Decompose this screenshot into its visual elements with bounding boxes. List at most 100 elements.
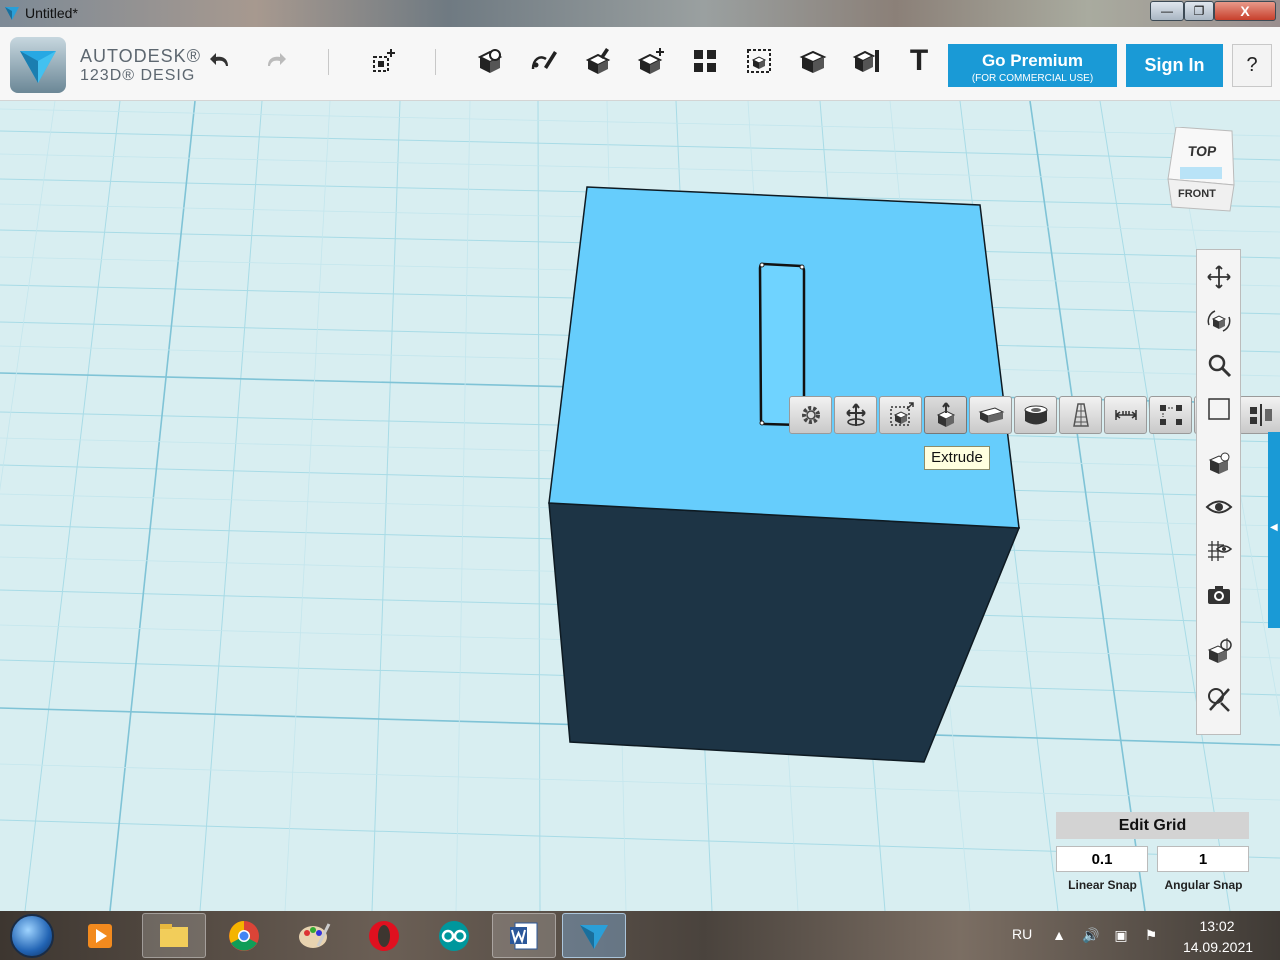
app-logo-icon — [20, 51, 56, 83]
loft-tool-button[interactable] — [1059, 396, 1102, 434]
pan-button[interactable] — [1202, 260, 1236, 294]
box-front-face[interactable] — [548, 502, 1021, 763]
visibility-button[interactable] — [1202, 490, 1236, 524]
group-icon — [747, 49, 771, 73]
text-tool-icon: T — [909, 44, 929, 77]
extrude-tool-button[interactable] — [924, 396, 967, 434]
go-premium-button[interactable]: Go Premium (FOR COMMERCIAL USE) — [948, 44, 1117, 87]
viewcube[interactable]: TOP FRONT — [1166, 126, 1236, 215]
network-icon[interactable]: ▣ — [1112, 927, 1130, 945]
revolve-tool-button[interactable] — [1014, 396, 1057, 434]
pan-icon — [1207, 265, 1231, 289]
sign-in-button[interactable]: Sign In — [1126, 44, 1223, 87]
revolve-icon — [1024, 405, 1047, 425]
material-cube-icon — [1208, 452, 1230, 474]
snapshot-button[interactable] — [1202, 578, 1236, 612]
taskbar-file-explorer[interactable] — [142, 913, 206, 958]
sketch-pencil-icon — [531, 51, 557, 70]
measure-tool-button[interactable] — [1104, 396, 1147, 434]
pattern-icon — [694, 50, 716, 72]
construct-icon — [585, 48, 611, 74]
camera-icon — [1208, 586, 1230, 604]
box-solid[interactable] — [0, 101, 1280, 911]
angular-snap-label: Angular Snap — [1164, 878, 1243, 892]
taskbar-arduino[interactable] — [422, 913, 486, 958]
pattern-menu-button[interactable] — [688, 44, 722, 78]
extrude-tooltip: Extrude — [924, 446, 990, 470]
taskbar-123d-design[interactable] — [562, 913, 626, 958]
taskbar-media-player[interactable] — [68, 913, 132, 958]
mirror-icon — [1249, 404, 1272, 426]
viewcube-widget[interactable] — [1166, 126, 1236, 215]
combine-menu-button[interactable] — [796, 44, 830, 78]
angular-snap-input[interactable] — [1157, 846, 1249, 872]
minimize-button[interactable]: — — [1150, 1, 1184, 21]
modify-menu-button[interactable] — [635, 44, 669, 78]
text-tool-button[interactable]: T — [902, 44, 936, 78]
outline-button[interactable] — [1202, 634, 1236, 668]
viewcube-front-label[interactable]: FRONT — [1178, 188, 1216, 200]
help-button[interactable]: ? — [1232, 44, 1272, 87]
move-tool-button[interactable] — [834, 396, 877, 434]
sketch-menu-button[interactable] — [527, 44, 561, 78]
taskbar-chrome[interactable] — [212, 913, 276, 958]
measure-icon — [852, 50, 879, 72]
clock-time[interactable]: 13:02 — [1192, 918, 1242, 934]
brand-name: AUTODESK® — [80, 46, 201, 66]
ruler-icon — [1114, 410, 1137, 420]
redo-button[interactable] — [257, 44, 291, 78]
edit-grid-button[interactable]: Edit Grid — [1056, 812, 1249, 839]
word-icon — [510, 922, 538, 949]
window-title: Untitled* — [25, 5, 78, 21]
measure-menu-button[interactable] — [850, 44, 884, 78]
primitives-menu-button[interactable] — [473, 44, 507, 78]
undo-button[interactable] — [205, 44, 239, 78]
app-menu-button[interactable] — [10, 37, 66, 93]
mirror-tool-button[interactable] — [1239, 396, 1280, 434]
side-panel-toggle[interactable]: ◀ — [1268, 432, 1280, 628]
action-center-flag-icon[interactable]: ⚑ — [1142, 927, 1160, 945]
taskbar-opera[interactable] — [352, 913, 416, 958]
primitives-button[interactable] — [366, 44, 400, 78]
navigation-bar — [1196, 249, 1241, 735]
volume-icon[interactable]: 🔊 — [1082, 927, 1100, 945]
paint-palette-icon — [299, 922, 331, 948]
maximize-button[interactable]: ❐ — [1184, 1, 1214, 21]
grouping-menu-button[interactable] — [742, 44, 776, 78]
toolbar-divider — [435, 49, 436, 75]
fit-button[interactable] — [1202, 392, 1236, 426]
3d-viewport[interactable] — [0, 101, 1280, 911]
orbit-button[interactable] — [1202, 304, 1236, 338]
modify-icon — [637, 48, 664, 74]
fit-icon — [1208, 398, 1230, 420]
move-icon — [845, 403, 866, 426]
clock-date[interactable]: 14.09.2021 — [1176, 939, 1260, 955]
grid-visibility-button[interactable] — [1202, 534, 1236, 568]
orbit-icon — [1207, 310, 1231, 332]
outline-cube-icon — [1207, 638, 1232, 663]
grid-eye-icon — [1208, 541, 1233, 561]
window-titlebar: Untitled* — ❐ X — [0, 0, 1280, 27]
language-indicator[interactable]: RU — [1012, 926, 1032, 942]
wrench-icon — [1208, 688, 1230, 712]
show-hidden-icons-icon[interactable]: ▲ — [1050, 927, 1068, 945]
taskbar-word[interactable] — [492, 913, 556, 958]
materials-button[interactable] — [1202, 446, 1236, 480]
loft-icon — [1072, 403, 1089, 427]
combine-icon — [799, 50, 827, 73]
settings-tool-button[interactable] — [789, 396, 832, 434]
linear-snap-label: Linear Snap — [1068, 878, 1137, 892]
start-button[interactable] — [10, 914, 54, 958]
folder-icon — [160, 923, 188, 947]
viewcube-top-label[interactable]: TOP — [1187, 143, 1217, 159]
eye-icon — [1205, 500, 1233, 514]
smart-scale-tool-button[interactable] — [879, 396, 922, 434]
linear-snap-input[interactable] — [1056, 846, 1148, 872]
close-button[interactable]: X — [1214, 1, 1276, 21]
taskbar-paint[interactable] — [282, 913, 346, 958]
zoom-button[interactable] — [1202, 348, 1236, 382]
rectangular-pattern-button[interactable] — [1149, 396, 1192, 434]
construct-menu-button[interactable] — [581, 44, 615, 78]
sweep-tool-button[interactable] — [969, 396, 1012, 434]
physical-material-button[interactable] — [1202, 682, 1236, 716]
